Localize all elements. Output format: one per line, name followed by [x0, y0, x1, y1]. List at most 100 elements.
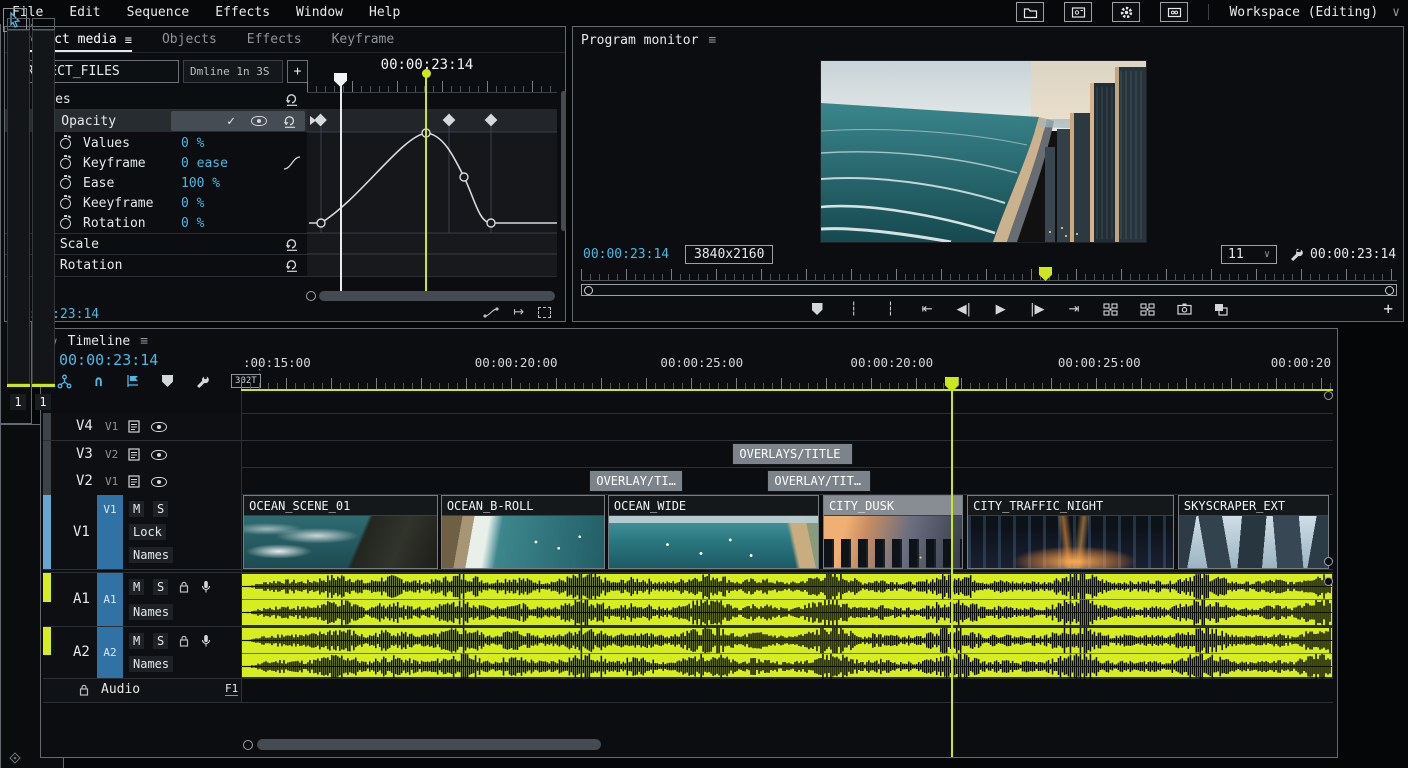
property-value[interactable]: 0 %	[181, 196, 204, 211]
monitor-ruler[interactable]	[581, 267, 1397, 281]
workspace-switcher[interactable]: Workspace (Editing) ∨	[1229, 5, 1400, 20]
trim-icon[interactable]: ↦	[513, 305, 524, 320]
folder-icon[interactable]	[1016, 2, 1044, 22]
video-clip[interactable]: OCEAN_B-ROLL	[441, 495, 605, 569]
names-button[interactable]: Names	[129, 604, 173, 620]
reset-icon[interactable]	[285, 93, 299, 106]
property-value[interactable]: 0 %	[181, 136, 204, 151]
step-back-icon[interactable]: ◀|	[956, 302, 972, 317]
edge-knob-mid[interactable]	[1324, 557, 1333, 566]
overlay-clip[interactable]: OVERLAYS/TITLE	[732, 443, 852, 465]
scrub-knob-right[interactable]	[1385, 286, 1394, 295]
insert-icon[interactable]	[125, 374, 140, 388]
lock-icon[interactable]	[179, 581, 189, 593]
overlay-clip[interactable]: OVERLAY/TIT…	[767, 470, 871, 492]
lock-icon[interactable]	[179, 635, 189, 647]
timeline-scroll-knob[interactable]	[243, 740, 253, 750]
video-preview[interactable]	[821, 61, 1146, 242]
keyframe-curve[interactable]	[307, 109, 557, 277]
edge-knob-top[interactable]	[1324, 391, 1333, 400]
panel-menu-icon[interactable]: ≡	[125, 33, 132, 47]
lock-button[interactable]: Lock	[129, 524, 166, 540]
menu-effects[interactable]: Effects	[215, 5, 270, 20]
display-icon[interactable]	[1160, 2, 1188, 22]
video-clip[interactable]: OCEAN_SCENE_01	[243, 495, 437, 569]
video-clip[interactable]: OCEAN_WIDE	[608, 495, 819, 569]
stopwatch-icon[interactable]	[60, 138, 71, 149]
stopwatch-icon[interactable]	[60, 158, 71, 169]
go-to-in-icon[interactable]: ⇤	[919, 302, 935, 317]
menu-edit[interactable]: Edit	[69, 5, 100, 20]
property-value[interactable]: 100 %	[181, 176, 220, 191]
reset-icon[interactable]	[285, 238, 299, 251]
go-to-out-icon[interactable]: ⇥	[1066, 302, 1082, 317]
track-target-badge[interactable]: A1	[97, 573, 123, 626]
audio-footer[interactable]: AudioF1	[43, 679, 241, 702]
property-value[interactable]: 0 %	[181, 216, 204, 231]
add-button[interactable]: +	[1383, 299, 1393, 318]
curve-link-icon[interactable]	[483, 306, 499, 319]
track-options-icon[interactable]	[128, 420, 140, 433]
names-button[interactable]: Names	[129, 547, 173, 563]
menu-sequence[interactable]: Sequence	[127, 5, 190, 20]
mark-out-icon[interactable]: ┆	[882, 302, 898, 317]
lift-icon[interactable]	[1103, 303, 1119, 316]
video-clip[interactable]: SKYSCRAPER_EXT	[1178, 495, 1329, 569]
menu-window[interactable]: Window	[296, 5, 343, 20]
add-button[interactable]: +	[287, 60, 308, 83]
wrench-icon[interactable]	[195, 374, 209, 388]
track-header-a1[interactable]: A1A1MSNames	[43, 573, 241, 626]
solo-button[interactable]: S	[153, 501, 168, 517]
work-area-bar[interactable]	[241, 389, 1333, 391]
timeline-horizontal-scrollbar[interactable]	[257, 739, 601, 750]
tab-keyframe[interactable]: Keyframe	[332, 32, 395, 47]
play-icon[interactable]: ▶	[993, 302, 1009, 317]
eye-icon[interactable]	[151, 450, 167, 460]
bin-selector[interactable]: Dmline 1n 3S	[183, 60, 283, 83]
settings-icon[interactable]	[1112, 2, 1140, 22]
scrub-knob-left[interactable]	[584, 286, 593, 295]
tab-objects[interactable]: Objects	[162, 32, 217, 47]
track-target-badge[interactable]: A2	[97, 627, 123, 678]
render-icon[interactable]	[1064, 2, 1092, 22]
graph-scroll-knob[interactable]	[306, 291, 316, 301]
lock-icon[interactable]	[79, 684, 89, 696]
track-header-v4[interactable]: V4V1	[43, 413, 241, 440]
marker-icon[interactable]	[162, 375, 173, 387]
audio-fit-button[interactable]: F1	[225, 682, 238, 696]
stopwatch-icon[interactable]	[60, 178, 71, 189]
mark-in-icon[interactable]: ┆	[846, 302, 862, 317]
timeline-ruler[interactable]	[241, 373, 1333, 389]
audio-clip-a2[interactable]	[241, 627, 1333, 678]
magnet-icon[interactable]: ∩	[94, 372, 103, 390]
marker-icon[interactable]	[809, 303, 825, 315]
graph-horizontal-scrollbar[interactable]	[319, 291, 555, 301]
panel-menu-icon[interactable]: ≡	[140, 334, 148, 349]
enabled-check-icon[interactable]: ✓	[227, 114, 235, 129]
route-icon[interactable]	[57, 374, 72, 389]
mute-button[interactable]: M	[129, 501, 144, 517]
stopwatch-icon[interactable]	[60, 198, 71, 209]
panel-menu-icon[interactable]: ≡	[708, 33, 716, 48]
menu-help[interactable]: Help	[369, 5, 400, 20]
monitor-playhead-handle[interactable]	[1039, 267, 1052, 281]
graph-playhead[interactable]	[425, 77, 427, 293]
eye-icon[interactable]	[151, 422, 167, 432]
zoom-select[interactable]: 11 ∨	[1221, 245, 1277, 264]
video-clip[interactable]: CITY_TRAFFIC_NIGHT	[967, 495, 1173, 569]
edge-knob-low[interactable]	[1324, 577, 1333, 586]
solo-button[interactable]: S	[153, 633, 168, 649]
property-value[interactable]: 0 ease	[181, 156, 228, 171]
track-options-icon[interactable]	[128, 475, 140, 488]
graph-playhead-handle[interactable]	[422, 69, 431, 78]
video-clip[interactable]: CITY_DUSK	[823, 495, 963, 569]
mute-button[interactable]: M	[129, 579, 144, 595]
graph-playhead-secondary[interactable]	[340, 85, 342, 293]
mute-button[interactable]: M	[129, 633, 144, 649]
timeline-playhead[interactable]	[951, 377, 953, 757]
names-button[interactable]: Names	[129, 656, 173, 672]
track-header-v3[interactable]: V3V2	[43, 441, 241, 468]
extract-icon[interactable]	[1139, 303, 1155, 316]
monitor-scrollbar[interactable]	[581, 284, 1397, 296]
overwrite-icon[interactable]	[1213, 303, 1229, 316]
